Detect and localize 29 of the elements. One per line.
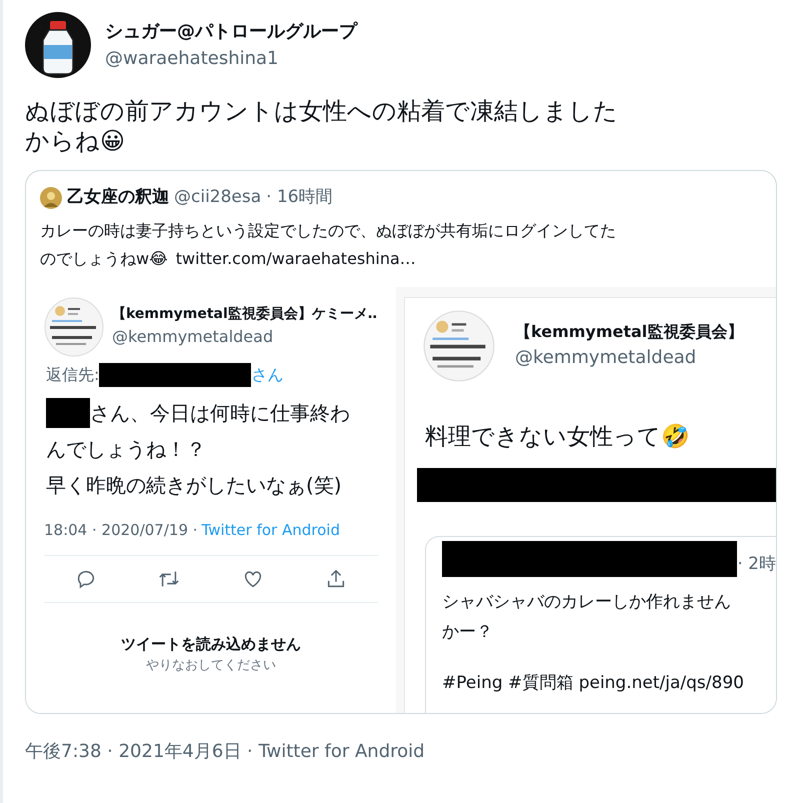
- shot-tweet-text: かー？: [442, 621, 494, 644]
- shot-author-name: 【kemmymetal監視委員会】: [515, 321, 744, 343]
- quoted-tweet-card[interactable]: [25, 170, 777, 714]
- shot-author-handle: @kemmymetaldead: [112, 326, 274, 348]
- quote-link[interactable]: twitter.com/waraehateshina…: [176, 244, 416, 272]
- shot-timestamp: 18:04 · 2020/07/19 ·: [44, 520, 198, 540]
- shot-tweet-text: シャバシャバのカレーしか作れません: [442, 591, 732, 614]
- tweet-text: ぬぼぼの前アカウントは女性への粘着で凍結しました: [25, 96, 619, 126]
- shot-hashtags: #Peing #質問箱 peing.net/ja/qs/890: [442, 672, 745, 695]
- shot-tweet-text: んでしょうね！？: [46, 436, 206, 462]
- reply-to-label: 返信先:: [46, 364, 100, 386]
- error-title: ツイートを読み込めません: [121, 634, 301, 655]
- author-name[interactable]: シュガー@パトロールグループ: [105, 18, 357, 45]
- shot-tweet-text: 料理できない女性って🤣: [424, 422, 691, 452]
- quote-author-handle[interactable]: @cii28esa: [174, 185, 262, 210]
- shot-author-name: 【kemmymetal監視委員会】ケミーメ‥: [112, 305, 378, 324]
- quote-text: カレーの時は妻子持ちという設定でしたので、ぬぼぼが共有垢にログインしてた: [40, 220, 617, 242]
- quote-text: のでしょうねw😂: [40, 248, 168, 270]
- author-handle[interactable]: @waraehateshina1: [105, 45, 357, 72]
- shot-tweet-text: さん、今日は何時に仕事終わ: [90, 400, 350, 426]
- error-subtitle: やりなおしてください: [146, 656, 276, 674]
- quote-time: · 16時間: [266, 186, 333, 209]
- shot-time: · 2時: [737, 552, 776, 576]
- avatar-salt-icon[interactable]: [25, 12, 91, 78]
- quote-author-name[interactable]: 乙女座の釈迦: [67, 185, 169, 210]
- shot-author-handle: @kemmymetaldead: [515, 346, 698, 370]
- shot-tweet-text: 早く昨晩の続きがしたいなぁ(笑): [46, 472, 342, 498]
- tweet-timestamp: 午後7:38 · 2021年4月6日 · Twitter for Android: [25, 741, 425, 762]
- tweet-text: からね😀: [25, 126, 126, 156]
